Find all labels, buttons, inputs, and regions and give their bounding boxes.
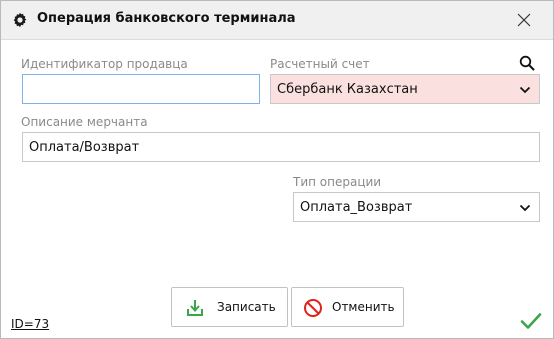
save-button[interactable]: Записать bbox=[171, 287, 288, 327]
dialog-titlebar: Операция банковского терминала bbox=[1, 1, 553, 40]
dialog-title: Операция банковского терминала bbox=[37, 11, 296, 26]
bank-terminal-dialog: Операция банковского терминала Идентифик… bbox=[0, 0, 554, 339]
account-select-value: Сбербанк Казахстан bbox=[277, 82, 418, 97]
save-button-label: Записать bbox=[217, 300, 276, 314]
cancel-button-label: Отменить bbox=[332, 300, 395, 314]
seller-id-label: Идентификатор продавца bbox=[21, 57, 188, 71]
merchant-description-input[interactable] bbox=[22, 132, 540, 162]
record-id-link[interactable]: ID=73 bbox=[11, 317, 49, 331]
account-label: Расчетный счет bbox=[270, 57, 370, 71]
operation-type-label: Тип операции bbox=[293, 175, 382, 189]
account-select[interactable]: Сбербанк Казахстан bbox=[270, 74, 540, 104]
merchant-description-label: Описание мерчанта bbox=[21, 115, 148, 129]
operation-type-select-value: Оплата_Возврат bbox=[300, 200, 413, 215]
chevron-down-icon bbox=[519, 86, 531, 94]
search-icon[interactable] bbox=[519, 55, 535, 71]
chevron-down-icon bbox=[519, 204, 531, 212]
cancel-button[interactable]: Отменить bbox=[291, 287, 404, 327]
operation-type-select[interactable]: Оплата_Возврат bbox=[293, 192, 540, 222]
gear-icon bbox=[13, 12, 27, 28]
close-button[interactable] bbox=[509, 7, 539, 33]
prohibited-icon bbox=[304, 299, 322, 317]
checkmark-icon[interactable] bbox=[520, 312, 542, 330]
seller-id-input[interactable] bbox=[22, 74, 260, 104]
close-icon bbox=[517, 13, 531, 27]
download-icon bbox=[187, 300, 203, 316]
